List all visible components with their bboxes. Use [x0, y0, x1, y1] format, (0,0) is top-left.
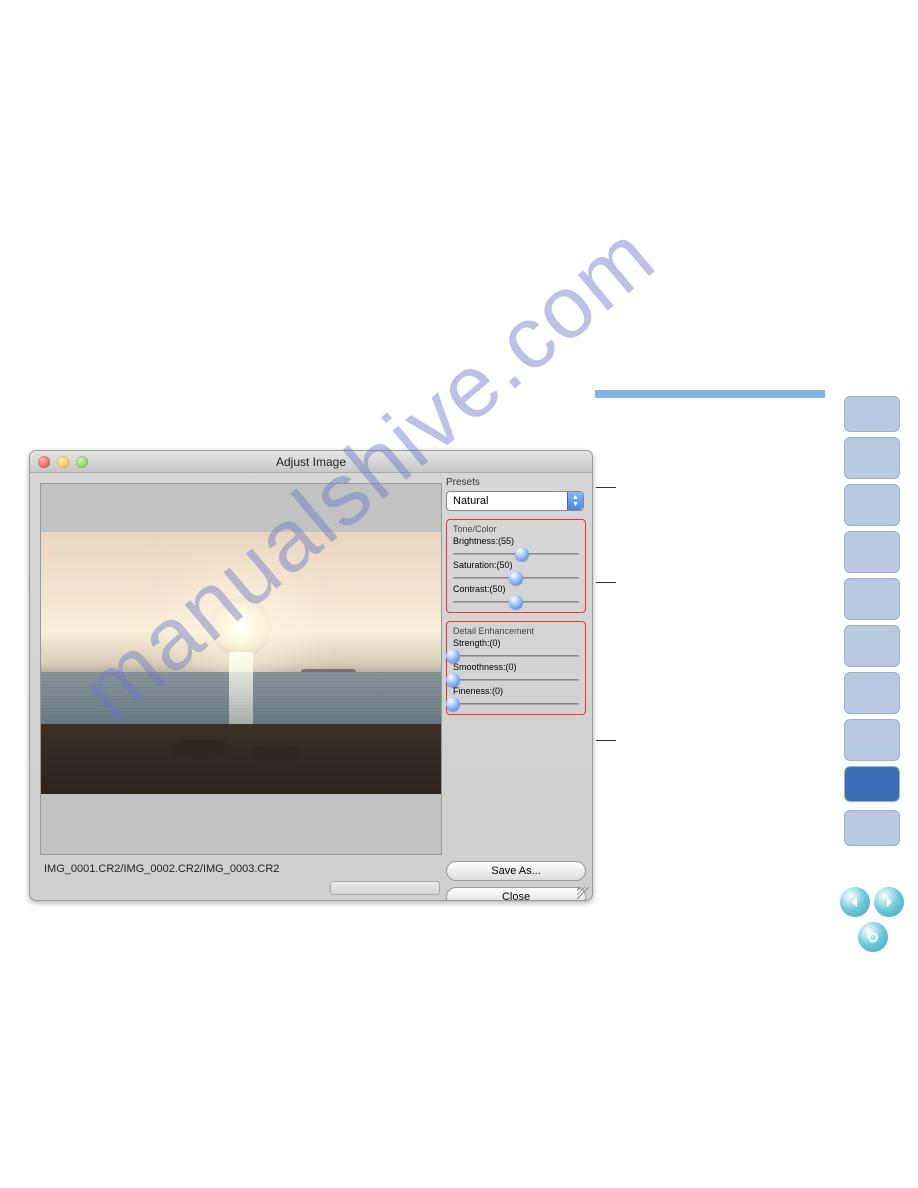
nav-button-7[interactable]	[844, 672, 900, 714]
detail-enhancement-group: Detail Enhancement Strength:(0) Smoothne…	[446, 621, 586, 715]
presets-label: Presets	[446, 477, 584, 488]
nav-button-active[interactable]	[844, 766, 900, 802]
pager-controls	[840, 887, 904, 917]
fineness-label: Fineness:(0)	[453, 686, 579, 696]
nav-button-5[interactable]	[844, 578, 900, 620]
prev-page-button[interactable]	[840, 887, 870, 917]
nav-button-8[interactable]	[844, 719, 900, 761]
nav-button-1[interactable]	[844, 396, 900, 432]
presets-dropdown[interactable]: Natural ▲▼	[446, 491, 584, 511]
tone-color-title: Tone/Color	[453, 524, 579, 534]
callout-line-detail	[596, 740, 616, 741]
smoothness-label: Smoothness:(0)	[453, 662, 579, 672]
strength-label: Strength:(0)	[453, 638, 579, 648]
save-as-button[interactable]: Save As...	[446, 861, 586, 881]
nav-column	[844, 396, 900, 846]
nav-button-4[interactable]	[844, 531, 900, 573]
adjust-image-window: Adjust Image IMG_0001.CR2/IMG_0002.CR2/I…	[29, 450, 593, 901]
brightness-label: Brightness:(55)	[453, 536, 579, 546]
nav-button-6[interactable]	[844, 625, 900, 667]
dropdown-arrows-icon: ▲▼	[567, 492, 583, 510]
callout-line-tone	[596, 582, 616, 583]
strength-slider[interactable]	[453, 652, 579, 660]
separator-line	[595, 390, 825, 398]
fineness-slider[interactable]	[453, 700, 579, 708]
contrast-slider[interactable]	[453, 598, 579, 606]
nav-button-2[interactable]	[844, 437, 900, 479]
window-title: Adjust Image	[30, 455, 592, 469]
controls-panel: Presets Natural ▲▼ Tone/Color Brightness…	[446, 477, 584, 715]
presets-value: Natural	[447, 495, 488, 507]
brightness-slider[interactable]	[453, 550, 579, 558]
next-page-button[interactable]	[874, 887, 904, 917]
smoothness-slider[interactable]	[453, 676, 579, 684]
close-button[interactable]: Close	[446, 887, 586, 901]
titlebar[interactable]: Adjust Image	[30, 451, 592, 473]
saturation-slider[interactable]	[453, 574, 579, 582]
undo-button[interactable]	[858, 922, 888, 952]
tone-color-group: Tone/Color Brightness:(55) Saturation:(5…	[446, 519, 586, 613]
preview-image	[41, 532, 441, 794]
nav-button-3[interactable]	[844, 484, 900, 526]
contrast-label: Contrast:(50)	[453, 584, 579, 594]
progress-bar	[330, 881, 440, 895]
resize-grip-icon[interactable]	[577, 887, 589, 899]
button-area: Save As... Close	[446, 853, 586, 901]
nav-button-10[interactable]	[844, 810, 900, 846]
detail-title: Detail Enhancement	[453, 626, 579, 636]
filename-label: IMG_0001.CR2/IMG_0002.CR2/IMG_0003.CR2	[44, 863, 279, 875]
callout-line-presets	[596, 487, 616, 488]
preview-container	[40, 483, 442, 855]
saturation-label: Saturation:(50)	[453, 560, 579, 570]
